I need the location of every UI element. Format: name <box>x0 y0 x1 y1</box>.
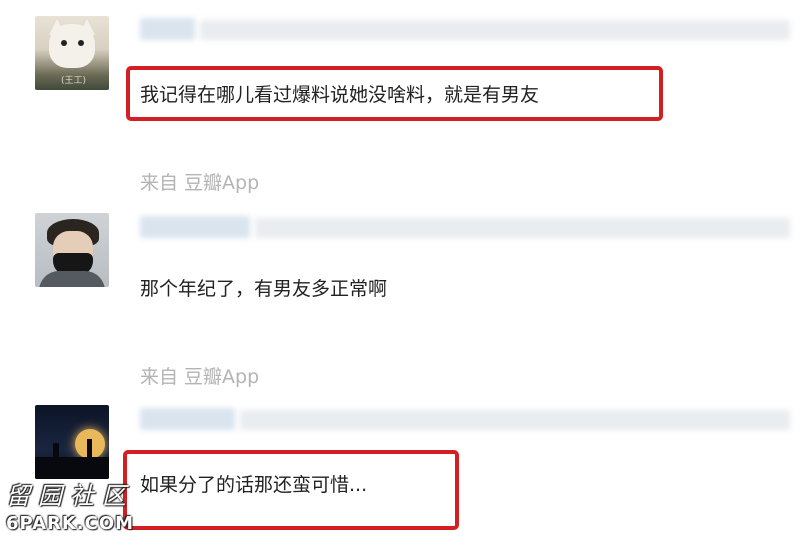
blurred-meta <box>240 410 790 430</box>
avatar[interactable] <box>35 213 109 287</box>
comment-source: 来自 豆瓣App <box>140 366 260 388</box>
blurred-meta <box>200 20 790 40</box>
avatar[interactable] <box>35 405 109 479</box>
blurred-username <box>140 18 195 40</box>
comment-source: 来自 豆瓣App <box>140 172 260 194</box>
comment-text: 我记得在哪儿看过爆料说她没啥料，就是有男友 <box>140 84 540 106</box>
blurred-username <box>140 408 235 430</box>
blurred-meta <box>255 218 790 238</box>
comment-text: 如果分了的话那还蛮可惜... <box>140 474 368 496</box>
watermark-url: 6PARK.COM <box>6 513 135 534</box>
watermark: 留园社区 6PARK.COM <box>6 476 134 534</box>
watermark-title: 留园社区 <box>6 482 134 510</box>
avatar[interactable]: (王工) <box>35 16 109 90</box>
blurred-username <box>140 216 250 238</box>
comment-text: 那个年纪了，有男友多正常啊 <box>140 278 388 300</box>
